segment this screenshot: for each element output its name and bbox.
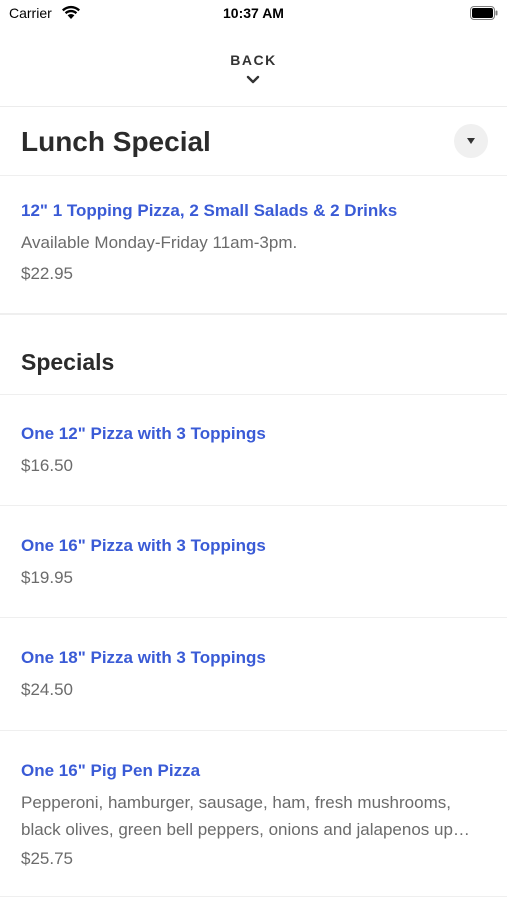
menu-item-pig-pen-pizza[interactable]: One 16" Pig Pen Pizza Pepperoni, hamburg… xyxy=(0,731,507,897)
item-price: $24.50 xyxy=(21,680,73,699)
status-bar: Carrier 10:37 AM xyxy=(0,0,507,28)
category-dropdown-button[interactable] xyxy=(454,124,488,158)
section-title-lunch-special: Lunch Special xyxy=(21,126,211,157)
item-description: Pepperoni, hamburger, sausage, ham, fres… xyxy=(21,793,470,839)
item-price: $16.50 xyxy=(21,456,73,475)
item-price: $19.95 xyxy=(21,568,73,587)
item-description: Available Monday-Friday 11am-3pm. xyxy=(21,233,298,252)
chevron-down-icon xyxy=(246,75,260,84)
caret-down-icon xyxy=(467,138,475,144)
menu-item-18-pizza[interactable]: One 18" Pizza with 3 Toppings $24.50 xyxy=(0,618,507,731)
item-name: One 18" Pizza with 3 Toppings xyxy=(21,648,266,667)
item-name: 12" 1 Topping Pizza, 2 Small Salads & 2 … xyxy=(21,201,398,220)
menu-item-16-pizza[interactable]: One 16" Pizza with 3 Toppings $19.95 xyxy=(0,506,507,618)
lunch-special-header: Lunch Special xyxy=(0,107,507,176)
battery-icon xyxy=(470,6,498,20)
section-title-specials: Specials xyxy=(21,349,115,375)
back-label: BACK xyxy=(230,52,277,68)
item-name: One 12" Pizza with 3 Toppings xyxy=(21,424,266,443)
specials-header: Specials xyxy=(0,314,507,395)
item-name: One 16" Pig Pen Pizza xyxy=(21,761,201,780)
back-button[interactable]: BACK xyxy=(0,28,507,107)
menu-item-lunch-special[interactable]: 12" 1 Topping Pizza, 2 Small Salads & 2 … xyxy=(0,176,507,314)
menu-item-12-pizza[interactable]: One 12" Pizza with 3 Toppings $16.50 xyxy=(0,394,507,506)
item-price: $22.95 xyxy=(21,264,73,283)
item-price: $25.75 xyxy=(21,849,73,868)
clock: 10:37 AM xyxy=(223,5,284,21)
item-name: One 16" Pizza with 3 Toppings xyxy=(21,536,266,555)
